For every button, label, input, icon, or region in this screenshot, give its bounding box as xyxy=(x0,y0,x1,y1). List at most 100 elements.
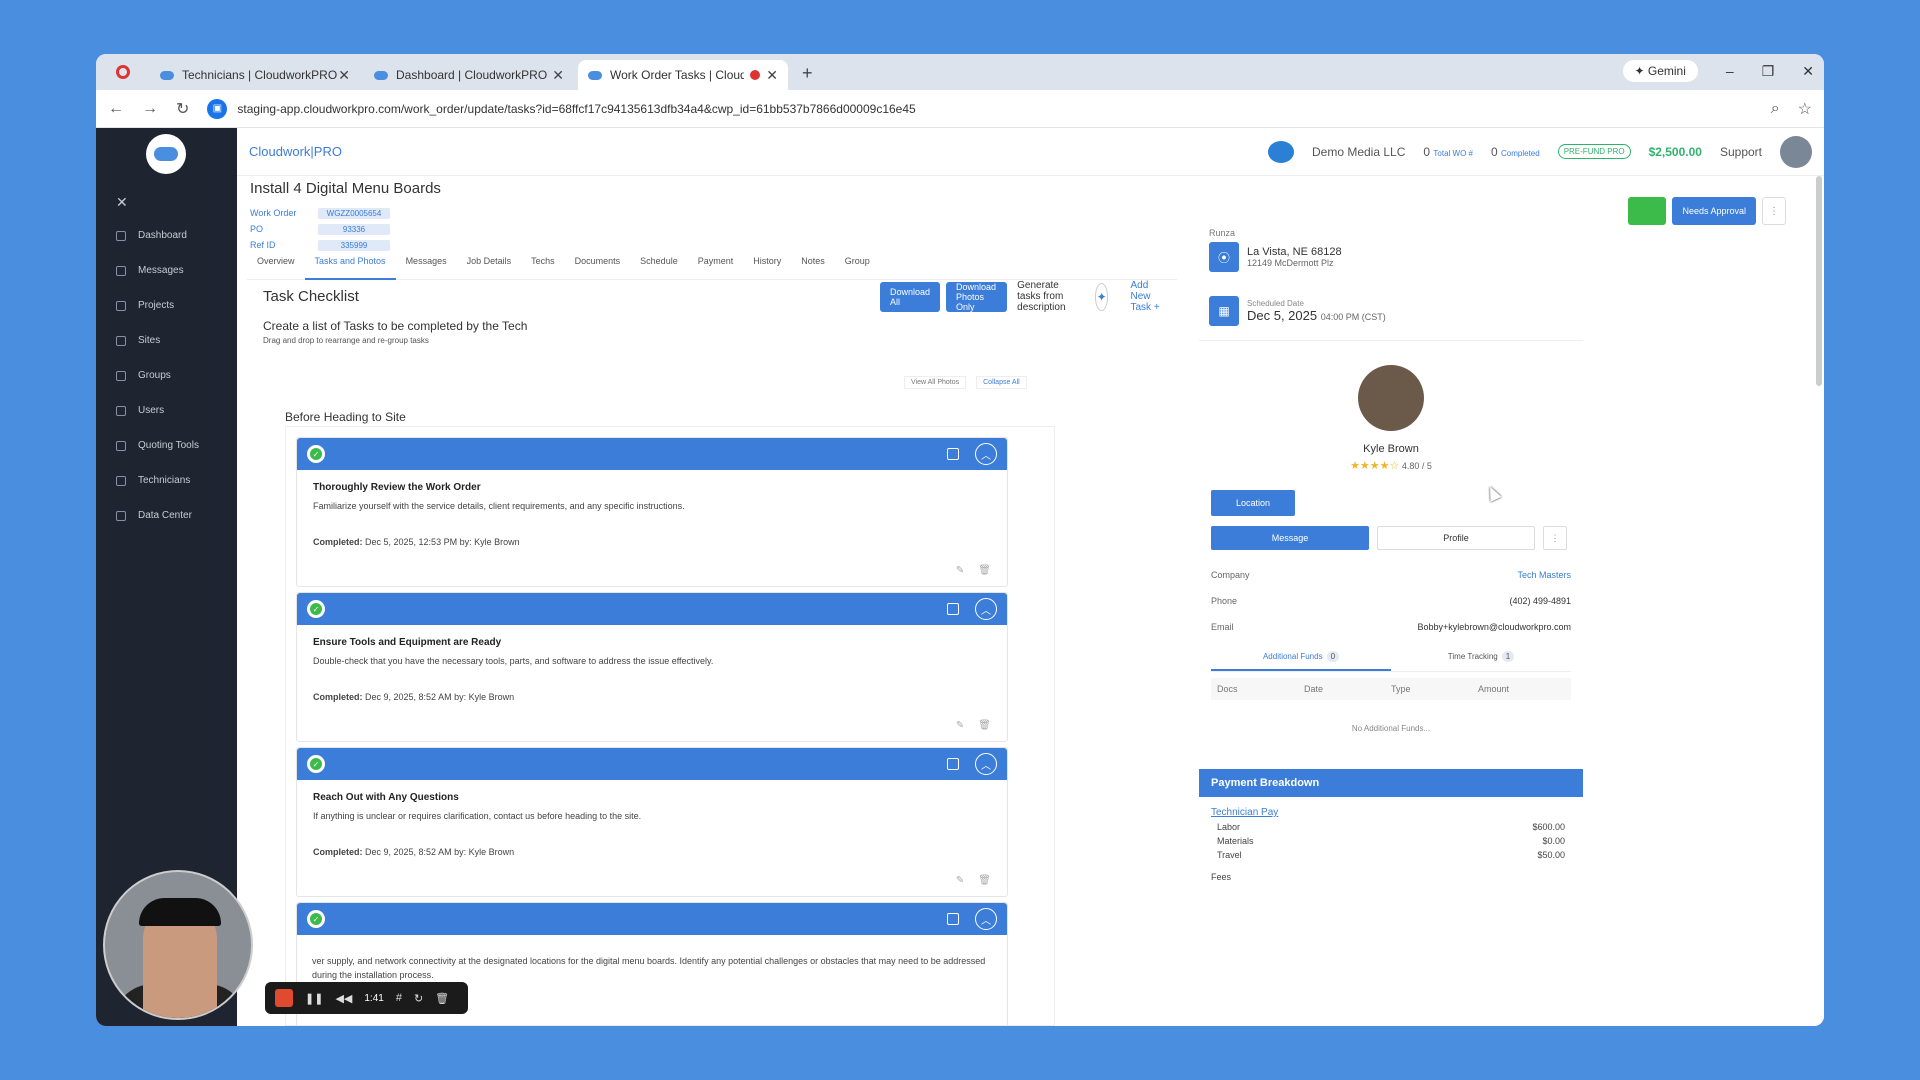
edit-icon[interactable]: ✎ xyxy=(956,720,964,731)
url-field[interactable]: ▣ staging-app.cloudworkpro.com/work_orde… xyxy=(207,95,1752,123)
refresh-button[interactable] xyxy=(1628,197,1667,225)
browser-tab-dashboard[interactable]: Dashboard | CloudworkPRO ✕ xyxy=(364,60,574,90)
technician-pay-link[interactable]: Technician Pay xyxy=(1211,807,1571,818)
tab-time-tracking[interactable]: Time Tracking 1 xyxy=(1391,644,1571,671)
more-options-button[interactable]: ⋮ xyxy=(1543,526,1567,550)
page-scrollbar[interactable] xyxy=(1816,176,1822,386)
completed-check-icon[interactable]: ✓ xyxy=(307,600,325,618)
tab-schedule[interactable]: Schedule xyxy=(630,256,688,280)
calendar-icon[interactable]: ▦ xyxy=(1209,296,1239,326)
tab-payment[interactable]: Payment xyxy=(688,256,744,280)
ai-sparkle-icon[interactable]: ✦ xyxy=(1094,282,1109,311)
new-tab-icon[interactable]: + xyxy=(802,63,813,84)
tab-additional-funds[interactable]: Additional Funds 0 xyxy=(1211,644,1391,671)
rewind-icon[interactable]: ◀◀ xyxy=(335,992,352,1005)
tab-job-details[interactable]: Job Details xyxy=(457,256,522,280)
restart-icon[interactable]: ↻ xyxy=(414,992,423,1005)
tab-history[interactable]: History xyxy=(743,256,791,280)
trash-icon[interactable]: 🗑 xyxy=(435,992,449,1005)
tab-documents[interactable]: Documents xyxy=(565,256,631,280)
chevron-up-icon[interactable]: ︿ xyxy=(975,598,997,620)
zoom-icon[interactable]: ⌕ xyxy=(1771,100,1780,118)
company-name[interactable]: Demo Media LLC xyxy=(1312,145,1405,159)
trash-icon[interactable]: 🗑 xyxy=(978,875,991,886)
sidebar-item-dashboard[interactable]: Dashboard xyxy=(96,218,237,253)
copy-icon[interactable] xyxy=(947,758,959,770)
view-all-photos-link[interactable]: View All Photos xyxy=(904,376,967,389)
more-actions-button[interactable]: ⋮ xyxy=(1762,197,1786,225)
tab-tasks-and-photos[interactable]: Tasks and Photos xyxy=(304,256,396,280)
support-link[interactable]: Support xyxy=(1720,145,1762,159)
minimize-icon[interactable]: – xyxy=(1726,63,1734,79)
completed-count: 0 xyxy=(1490,144,1498,159)
sidebar-item-quoting-tools[interactable]: Quoting Tools xyxy=(96,428,237,463)
copy-icon[interactable] xyxy=(947,913,959,925)
sidebar-item-groups[interactable]: Groups xyxy=(96,358,237,393)
tab-strip: Technicians | CloudworkPRO ✕ Dashboard |… xyxy=(96,54,1824,90)
close-tab-icon[interactable]: ✕ xyxy=(766,67,778,84)
stop-recording-icon[interactable] xyxy=(275,989,293,1007)
edit-icon[interactable]: ✎ xyxy=(956,565,964,576)
app: ✕ Dashboard Messages Projects Sites Grou… xyxy=(96,128,1824,1026)
reload-icon[interactable]: ↻ xyxy=(176,99,189,119)
location-button[interactable]: Location xyxy=(1211,490,1295,516)
sidebar-item-label: Data Center xyxy=(138,510,192,521)
site-info-icon[interactable]: ▣ xyxy=(207,98,228,119)
restore-icon[interactable]: ❐ xyxy=(1762,63,1775,80)
add-new-task-link[interactable]: Add New Task + xyxy=(1130,280,1163,313)
brand-name[interactable]: Cloudwork|PRO xyxy=(249,144,342,159)
collapse-all-link[interactable]: Collapse All xyxy=(976,376,1027,389)
completed-check-icon[interactable]: ✓ xyxy=(307,910,325,928)
message-button[interactable]: Message xyxy=(1211,526,1369,550)
tab-notes[interactable]: Notes xyxy=(791,256,835,280)
close-tab-icon[interactable]: ✕ xyxy=(552,67,564,84)
map-pin-icon[interactable]: ⦿ xyxy=(1209,242,1239,272)
webcam-overlay xyxy=(103,870,253,1020)
needs-approval-button[interactable]: Needs Approval xyxy=(1672,197,1756,225)
grid-icon[interactable]: # xyxy=(396,992,402,1004)
user-avatar[interactable] xyxy=(1780,135,1812,168)
copy-icon[interactable] xyxy=(947,448,959,460)
download-all-button[interactable]: Download All xyxy=(880,281,941,312)
completed-check-icon[interactable]: ✓ xyxy=(307,445,325,463)
completed-check-icon[interactable]: ✓ xyxy=(307,755,325,773)
gemini-button[interactable]: ✦ Gemini xyxy=(1622,60,1698,82)
meta-label: Work Order xyxy=(250,208,297,218)
company-link[interactable]: Tech Masters xyxy=(1517,570,1571,580)
sidebar-item-projects[interactable]: Projects xyxy=(96,288,237,323)
tab-messages[interactable]: Messages xyxy=(396,256,457,280)
edit-icon[interactable]: ✎ xyxy=(956,875,964,886)
sidebar-item-messages[interactable]: Messages xyxy=(96,253,237,288)
trash-icon[interactable]: 🗑 xyxy=(978,565,991,576)
task-card[interactable]: ✓ ︿ Reach Out with Any Questions If anyt… xyxy=(296,747,1008,897)
copy-icon[interactable] xyxy=(947,603,959,615)
close-sidebar-icon[interactable]: ✕ xyxy=(116,194,128,211)
tab-overview[interactable]: Overview xyxy=(247,256,305,280)
tab-techs[interactable]: Techs xyxy=(521,256,565,280)
task-card[interactable]: ✓ ︿ Thoroughly Review the Work Order Fam… xyxy=(296,437,1008,587)
task-card[interactable]: ✓ ︿ Ensure Tools and Equipment are Ready… xyxy=(296,592,1008,742)
back-icon[interactable]: ← xyxy=(108,100,124,118)
bookmark-star-icon[interactable]: ☆ xyxy=(1798,99,1812,119)
chevron-up-icon[interactable]: ︿ xyxy=(975,443,997,465)
sidebar-item-data-center[interactable]: Data Center xyxy=(96,498,237,533)
task-actions: ✎ 🗑 xyxy=(956,720,991,731)
sidebar-item-users[interactable]: Users xyxy=(96,393,237,428)
close-tab-icon[interactable]: ✕ xyxy=(338,67,350,84)
task-description: ver supply, and network connectivity at … xyxy=(312,956,986,980)
forward-icon[interactable]: → xyxy=(142,100,158,118)
close-window-icon[interactable]: ✕ xyxy=(1802,63,1814,80)
tab-group[interactable]: Group xyxy=(835,256,880,280)
browser-tab-technicians[interactable]: Technicians | CloudworkPRO ✕ xyxy=(150,60,360,90)
sidebar-item-sites[interactable]: Sites xyxy=(96,323,237,358)
pause-icon[interactable]: ❚❚ xyxy=(305,992,323,1005)
sidebar-item-technicians[interactable]: Technicians xyxy=(96,463,237,498)
chevron-up-icon[interactable]: ︿ xyxy=(975,753,997,775)
chevron-up-icon[interactable]: ︿ xyxy=(975,908,997,930)
download-photos-button[interactable]: Download Photos Only xyxy=(946,281,1008,312)
app-logo[interactable] xyxy=(146,134,186,174)
profile-button[interactable]: Profile xyxy=(1377,526,1535,550)
prefund-badge[interactable]: PRE-FUND PRO xyxy=(1557,144,1631,159)
browser-tab-work-order-tasks[interactable]: Work Order Tasks | Cloudw ✕ xyxy=(578,60,788,90)
trash-icon[interactable]: 🗑 xyxy=(978,720,991,731)
